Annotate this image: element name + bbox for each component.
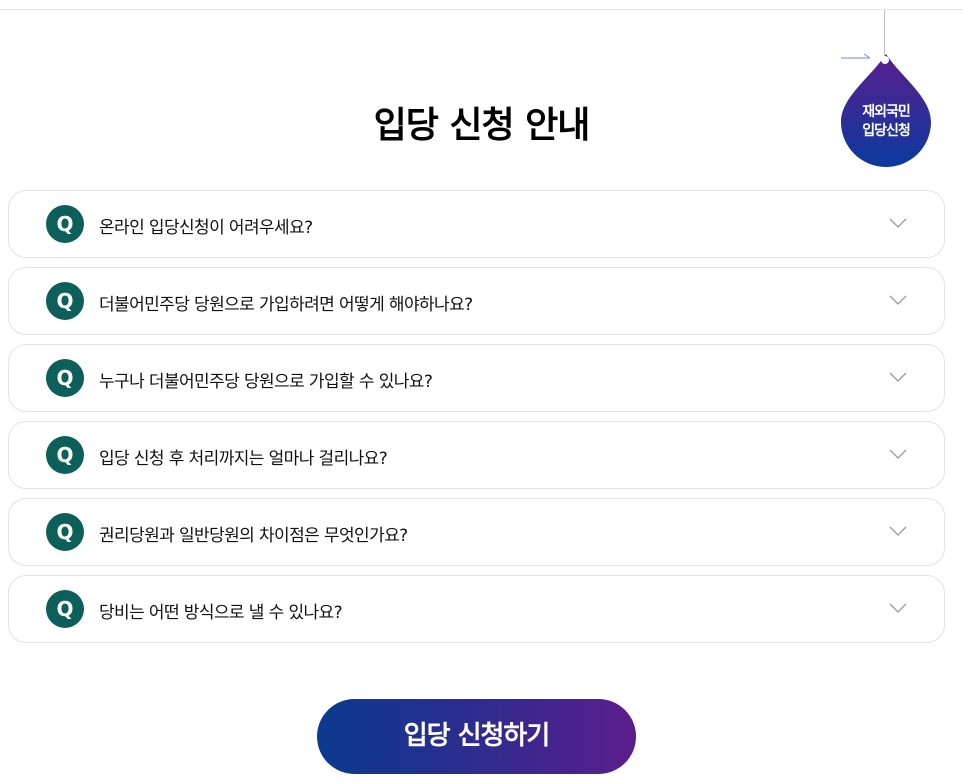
chevron-down-icon[interactable] xyxy=(889,294,907,306)
faq-item[interactable]: Q 온라인 입당신청이 어려우세요? xyxy=(8,190,945,258)
q-badge: Q xyxy=(46,205,84,243)
q-badge: Q xyxy=(46,436,84,474)
q-badge: Q xyxy=(46,359,84,397)
chevron-down-icon[interactable] xyxy=(889,448,907,460)
arrow-right-icon xyxy=(841,53,871,59)
faq-question: 입당 신청 후 처리까지는 얼마나 걸리나요? xyxy=(99,449,388,469)
faq-item[interactable]: Q 권리당원과 일반당원의 차이점은 무엇인가요? xyxy=(8,498,945,566)
faq-list: Q 온라인 입당신청이 어려우세요? Q 더불어민주당 당원으로 가입하려면 어… xyxy=(8,190,945,652)
faq-item[interactable]: Q 누구나 더불어민주당 당원으로 가입할 수 있나요? xyxy=(8,344,945,412)
apply-button[interactable]: 입당 신청하기 xyxy=(317,699,636,774)
q-badge: Q xyxy=(46,590,84,628)
chevron-down-icon[interactable] xyxy=(889,217,907,229)
q-badge: Q xyxy=(46,513,84,551)
faq-question: 더불어민주당 당원으로 가입하려면 어떻게 해야하나요? xyxy=(99,295,473,315)
badge-string xyxy=(884,10,885,58)
q-badge: Q xyxy=(46,282,84,320)
faq-question: 권리당원과 일반당원의 차이점은 무엇인가요? xyxy=(99,526,408,546)
faq-item[interactable]: Q 더불어민주당 당원으로 가입하려면 어떻게 해야하나요? xyxy=(8,267,945,335)
chevron-down-icon[interactable] xyxy=(889,371,907,383)
faq-item[interactable]: Q 당비는 어떤 방식으로 낼 수 있나요? xyxy=(8,575,945,643)
chevron-down-icon[interactable] xyxy=(889,525,907,537)
faq-item[interactable]: Q 입당 신청 후 처리까지는 얼마나 걸리나요? xyxy=(8,421,945,489)
faq-question: 온라인 입당신청이 어려우세요? xyxy=(99,218,313,238)
page-title: 입당 신청 안내 xyxy=(373,105,591,146)
faq-question: 당비는 어떤 방식으로 낼 수 있나요? xyxy=(99,603,343,623)
chevron-down-icon[interactable] xyxy=(889,602,907,614)
faq-question: 누구나 더불어민주당 당원으로 가입할 수 있나요? xyxy=(99,372,433,392)
top-divider xyxy=(0,9,963,10)
